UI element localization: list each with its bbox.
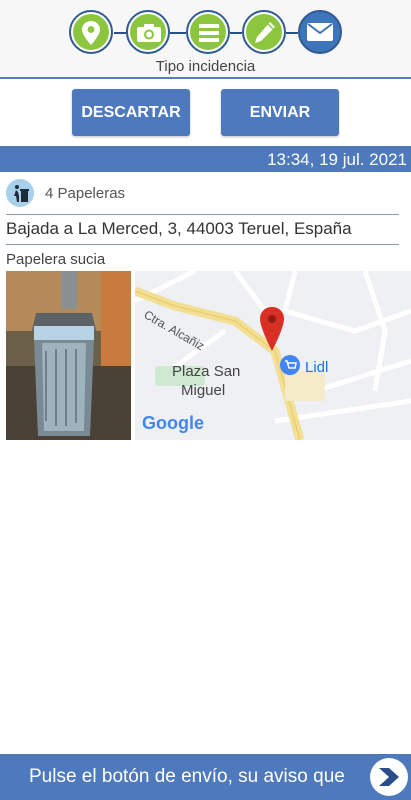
item-count-row: 4 Papeleras <box>6 178 125 208</box>
discard-button[interactable]: DESCARTAR <box>72 89 190 136</box>
incident-type: Papelera sucia <box>6 251 106 268</box>
step-indicator: Tipo incidencia <box>0 0 411 78</box>
divider <box>6 214 399 215</box>
divider <box>6 244 399 245</box>
footer-banner: Pulse el botón de envío, su aviso que <box>0 754 411 800</box>
header-divider <box>0 77 411 79</box>
step-description[interactable] <box>242 10 286 54</box>
camera-icon <box>137 24 161 42</box>
google-logo: Google <box>142 413 204 433</box>
trash-bin-icon <box>6 179 34 207</box>
item-count: 4 Papeleras <box>45 184 126 202</box>
step-send[interactable] <box>298 10 342 54</box>
step-category[interactable] <box>186 10 230 54</box>
chevron-right-icon <box>379 768 399 786</box>
location-pin-icon <box>82 21 100 45</box>
step-connector <box>170 32 186 34</box>
continue-button[interactable] <box>370 758 408 796</box>
step-connector <box>286 32 298 34</box>
report-datetime: 13:34, 19 jul. 2021 <box>0 146 411 172</box>
map-place-label-1: Plaza San <box>172 363 240 380</box>
step-label: Tipo incidencia <box>155 58 256 75</box>
step-connector <box>230 32 242 34</box>
list-icon <box>199 24 219 42</box>
map-place-label-2: Miguel <box>181 382 225 399</box>
step-location[interactable] <box>69 10 113 54</box>
send-button[interactable]: ENVIAR <box>221 89 339 136</box>
location-map[interactable]: Ctra. Alcañiz Plaza San Miguel Lidl Goog… <box>135 271 411 440</box>
footer-message: Pulse el botón de envío, su aviso que <box>29 766 345 787</box>
address-text: Bajada a La Merced, 3, 44003 Teruel, Esp… <box>6 219 352 238</box>
step-photo[interactable] <box>126 10 170 54</box>
map-poi-label: Lidl <box>305 359 328 376</box>
envelope-icon <box>307 23 333 41</box>
pencil-icon <box>255 22 275 43</box>
step-connector <box>114 32 126 34</box>
incident-photo[interactable] <box>6 271 131 440</box>
